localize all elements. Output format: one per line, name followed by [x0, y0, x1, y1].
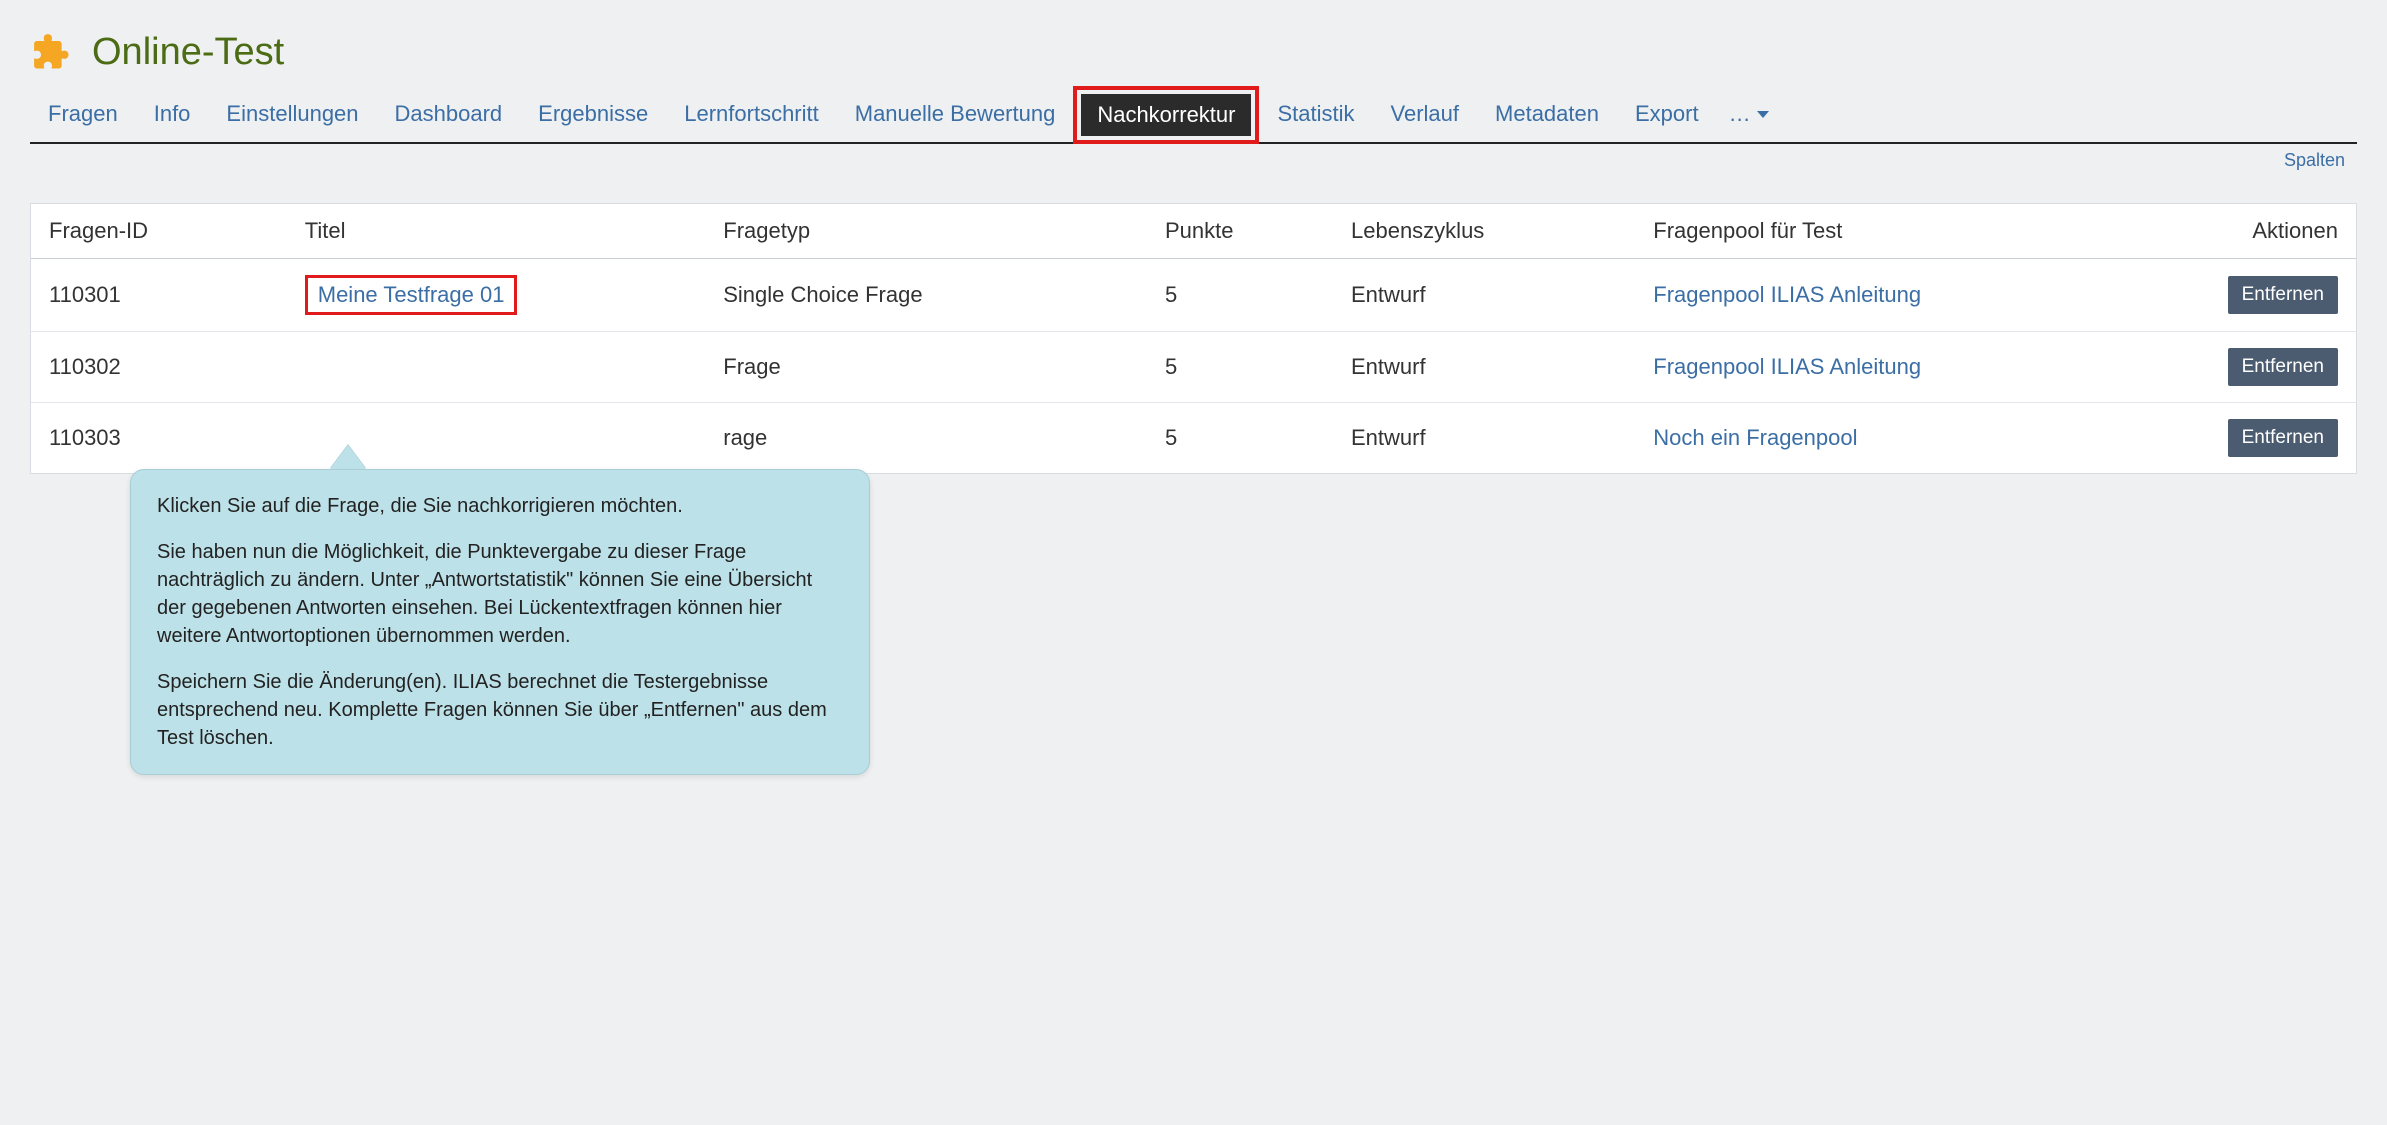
th-actions: Aktionen	[2170, 204, 2356, 259]
th-type: Fragetyp	[705, 204, 1147, 259]
pool-link[interactable]: Fragenpool ILIAS Anleitung	[1653, 354, 1921, 379]
question-title-link[interactable]: Meine Testfrage 01	[318, 282, 505, 307]
questions-table: Fragen-ID Titel Fragetyp Punkte Lebenszy…	[31, 204, 2356, 473]
table-row: 110302 Frage 5 Entwurf Fragenpool ILIAS …	[31, 332, 2356, 403]
cell-points: 5	[1147, 259, 1333, 332]
cell-actions: Entfernen	[2170, 259, 2356, 332]
tab-highlight-box: Nachkorrektur	[1073, 86, 1259, 144]
table-container: Fragen-ID Titel Fragetyp Punkte Lebenszy…	[30, 203, 2357, 474]
cell-points: 5	[1147, 403, 1333, 474]
pool-link[interactable]: Noch ein Fragenpool	[1653, 425, 1857, 450]
cell-pool: Fragenpool ILIAS Anleitung	[1635, 332, 2170, 403]
ellipsis-label: …	[1729, 101, 1751, 127]
remove-button[interactable]: Entfernen	[2228, 419, 2338, 457]
pool-link[interactable]: Fragenpool ILIAS Anleitung	[1653, 282, 1921, 307]
page-title: Online-Test	[92, 31, 284, 74]
remove-button[interactable]: Entfernen	[2228, 276, 2338, 314]
tab-info[interactable]: Info	[136, 91, 209, 137]
cell-title	[287, 332, 706, 403]
puzzle-icon	[30, 30, 74, 74]
cell-title: Meine Testfrage 01	[287, 259, 706, 332]
tab-dashboard[interactable]: Dashboard	[377, 91, 521, 137]
table-row: 110301 Meine Testfrage 01 Single Choice …	[31, 259, 2356, 332]
cell-id: 110301	[31, 259, 287, 332]
tab-manuelle-bewertung[interactable]: Manuelle Bewertung	[837, 91, 1074, 137]
cell-points: 5	[1147, 332, 1333, 403]
tab-more-menu[interactable]: …	[1717, 91, 1781, 137]
title-highlight-box: Meine Testfrage 01	[305, 275, 518, 315]
th-lifecycle: Lebenszyklus	[1333, 204, 1635, 259]
columns-link[interactable]: Spalten	[2284, 150, 2345, 170]
cell-type: Single Choice Frage	[705, 259, 1147, 332]
tab-lernfortschritt[interactable]: Lernfortschritt	[666, 91, 837, 137]
cell-pool: Fragenpool ILIAS Anleitung	[1635, 259, 2170, 332]
callout-p1: Klicken Sie auf die Frage, die Sie nachk…	[157, 492, 843, 520]
cell-actions: Entfernen	[2170, 332, 2356, 403]
tab-metadaten[interactable]: Metadaten	[1477, 91, 1617, 137]
tab-ergebnisse[interactable]: Ergebnisse	[520, 91, 666, 137]
cell-type: Frage	[705, 332, 1147, 403]
cell-pool: Noch ein Fragenpool	[1635, 403, 2170, 474]
help-callout: Klicken Sie auf die Frage, die Sie nachk…	[130, 445, 870, 775]
tab-statistik[interactable]: Statistik	[1259, 91, 1372, 137]
callout-p2: Sie haben nun die Möglichkeit, die Punkt…	[157, 538, 843, 650]
tab-nachkorrektur[interactable]: Nachkorrektur	[1081, 94, 1251, 136]
cell-lifecycle: Entwurf	[1333, 403, 1635, 474]
tab-fragen[interactable]: Fragen	[30, 91, 136, 137]
callout-body: Klicken Sie auf die Frage, die Sie nachk…	[130, 469, 870, 775]
tab-einstellungen[interactable]: Einstellungen	[208, 91, 376, 137]
callout-arrow-icon	[330, 445, 366, 469]
tab-export[interactable]: Export	[1617, 91, 1717, 137]
cell-lifecycle: Entwurf	[1333, 332, 1635, 403]
columns-link-row: Spalten	[30, 144, 2357, 175]
page-header: Online-Test	[30, 20, 2357, 86]
th-points: Punkte	[1147, 204, 1333, 259]
th-pool: Fragenpool für Test	[1635, 204, 2170, 259]
tab-bar: Fragen Info Einstellungen Dashboard Erge…	[30, 86, 2357, 144]
caret-down-icon	[1757, 111, 1769, 118]
callout-p3: Speichern Sie die Änderung(en). ILIAS be…	[157, 668, 843, 752]
remove-button[interactable]: Entfernen	[2228, 348, 2338, 386]
cell-actions: Entfernen	[2170, 403, 2356, 474]
th-id: Fragen-ID	[31, 204, 287, 259]
th-title: Titel	[287, 204, 706, 259]
cell-lifecycle: Entwurf	[1333, 259, 1635, 332]
cell-id: 110302	[31, 332, 287, 403]
tab-verlauf[interactable]: Verlauf	[1373, 91, 1478, 137]
